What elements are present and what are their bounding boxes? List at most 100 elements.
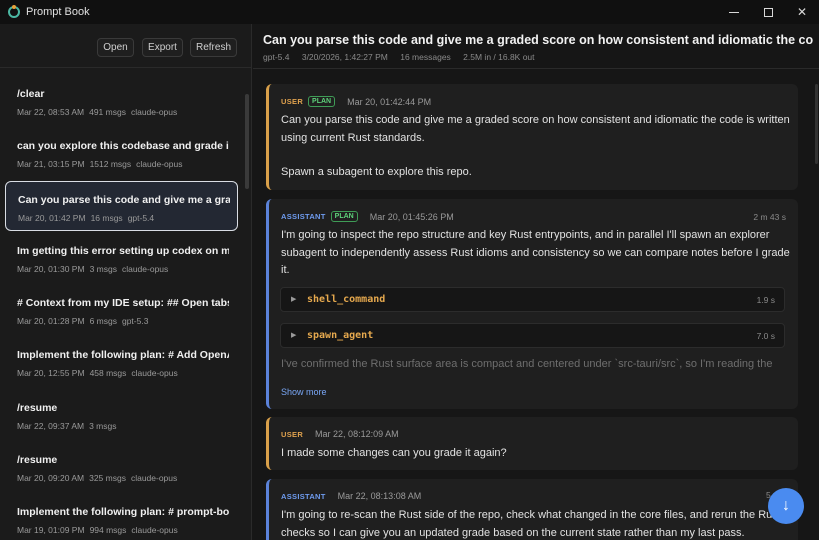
- refresh-button[interactable]: Refresh: [190, 38, 237, 57]
- message-assistant: ASSISTANT Mar 22, 08:13:08 AM I'm going …: [266, 479, 798, 540]
- message-header: USER Mar 22, 08:12:09 AM: [281, 429, 399, 439]
- conversation-model: gpt-5.4: [263, 52, 290, 62]
- role-label: USER: [281, 97, 304, 106]
- session-date: Mar 20, 01:28 PM: [17, 316, 85, 326]
- conversation-header: Can you parse this code and give me a gr…: [253, 24, 819, 69]
- tool-duration: 1.9 s: [756, 295, 775, 305]
- app-logo-icon: [8, 5, 20, 18]
- session-item[interactable]: Implement the following plan: # prompt-b…: [5, 494, 238, 540]
- session-msg-count: 491 msgs: [89, 107, 126, 117]
- message-header: USER PLAN Mar 20, 01:42:44 PM: [281, 96, 431, 107]
- export-button[interactable]: Export: [142, 38, 183, 57]
- conversation-scrollbar[interactable]: [815, 84, 818, 164]
- session-item[interactable]: # Context from my IDE setup: ## Open tab…: [5, 285, 238, 335]
- message-duration: 2 m 43 s: [753, 212, 786, 222]
- session-title: # Context from my IDE setup: ## Open tab…: [17, 297, 229, 309]
- message-text: Spawn a subagent to explore this repo.: [281, 166, 472, 178]
- session-item[interactable]: /clear Mar 22, 08:53 AM 491 msgs claude-op…: [5, 76, 238, 126]
- message-text: I'm going to re-scan the Rust side of th…: [281, 509, 781, 539]
- conversation-title: Can you parse this code and give me a gr…: [263, 33, 813, 47]
- plan-badge: PLAN: [330, 211, 358, 222]
- plan-badge: PLAN: [308, 96, 336, 107]
- sidebar-scrollbar[interactable]: [245, 94, 249, 189]
- session-meta: Mar 20, 01:30 PM 3 msgs claude-opus: [17, 264, 173, 274]
- tool-duration: 7.0 s: [756, 331, 775, 341]
- scroll-to-bottom-button[interactable]: ↓: [768, 488, 804, 524]
- message-text: Can you parse this code and give me a gr…: [281, 114, 790, 144]
- session-msg-count: 994 msgs: [89, 525, 127, 535]
- minimize-button[interactable]: [717, 0, 751, 24]
- session-date: Mar 20, 12:55 PM: [17, 368, 85, 378]
- session-model: gpt-5.3: [121, 316, 149, 326]
- session-meta: Mar 22, 09:37 AM 3 msgs: [17, 421, 127, 431]
- session-msg-count: 3 msgs: [89, 264, 117, 274]
- session-model: claude-opus: [131, 368, 178, 378]
- session-title: /resume: [17, 454, 58, 466]
- session-item[interactable]: /resume Mar 22, 09:37 AM 3 msgs: [5, 390, 238, 440]
- session-model: claude-opus: [121, 264, 169, 274]
- maximize-button[interactable]: [751, 0, 785, 24]
- session-msg-count: 16 msgs: [90, 213, 123, 223]
- message-time: Mar 22, 08:13:08 AM: [337, 491, 422, 501]
- expand-arrow-icon: ▶: [291, 296, 297, 303]
- expand-arrow-icon: ▶: [291, 332, 297, 339]
- session-meta: Mar 20, 01:28 PM 6 msgs gpt-5.3: [17, 316, 153, 326]
- session-date: Mar 22, 08:53 AM: [17, 107, 85, 117]
- conversation-panel: Can you parse this code and give me a gr…: [253, 24, 819, 540]
- tool-call[interactable]: ▶ shell_command 1.9 s: [280, 287, 785, 312]
- conversation-message-count: 16 messages: [400, 52, 451, 62]
- message-text: I'm going to inspect the repo structure …: [281, 229, 790, 276]
- close-icon: ✕: [796, 5, 808, 19]
- session-date: Mar 22, 09:37 AM: [17, 421, 85, 431]
- session-meta: Mar 21, 03:15 PM 1512 msgs claude-opus: [17, 159, 187, 169]
- message-preview-text: I've confirmed the Rust surface area is …: [281, 358, 773, 370]
- maximize-icon: [763, 7, 773, 17]
- session-item[interactable]: can you explore this codebase and grade …: [5, 128, 238, 178]
- tool-name: shell_command: [307, 294, 386, 305]
- session-item[interactable]: Implement the following plan: # Add Open…: [5, 337, 238, 387]
- message-assistant: ASSISTANT PLAN Mar 20, 01:45:26 PM 2 m 4…: [266, 199, 798, 409]
- arrow-down-icon: ↓: [782, 497, 790, 514]
- session-model: claude-opus: [131, 525, 178, 535]
- minimize-icon: [729, 11, 739, 13]
- session-meta: Mar 20, 01:42 PM 16 msgs gpt-5.4: [18, 213, 159, 223]
- window-controls: ✕: [717, 0, 819, 24]
- session-date: Mar 19, 01:09 PM: [17, 525, 85, 535]
- message-time: Mar 20, 01:42:44 PM: [347, 96, 432, 107]
- message-time: Mar 20, 01:45:26 PM: [369, 211, 454, 222]
- session-msg-count: 325 msgs: [89, 473, 126, 483]
- session-date: Mar 20, 09:20 AM: [17, 473, 85, 483]
- session-meta: Mar 20, 09:20 AM 325 msgs claude-opus: [17, 473, 182, 483]
- message-header: ASSISTANT PLAN Mar 20, 01:45:26 PM: [281, 211, 454, 222]
- session-item[interactable]: /resume Mar 20, 09:20 AM 325 msgs claude-o…: [5, 442, 238, 492]
- role-label: ASSISTANT: [281, 491, 326, 501]
- sidebar-toolbar: Open Export Refresh: [0, 24, 251, 68]
- tool-call[interactable]: ▶ spawn_agent 7.0 s: [280, 323, 785, 348]
- session-title: /resume: [17, 402, 58, 414]
- session-date: Mar 21, 03:15 PM: [17, 159, 85, 169]
- open-button[interactable]: Open: [97, 38, 134, 57]
- message-text: I made some changes can you grade it aga…: [281, 447, 507, 459]
- session-title: Implement the following plan: # Add Open…: [17, 349, 229, 361]
- session-item[interactable]: Im getting this error setting up codex o…: [5, 233, 238, 283]
- close-button[interactable]: ✕: [785, 0, 819, 24]
- role-label: ASSISTANT: [281, 212, 326, 221]
- session-model: gpt-5.4: [127, 213, 155, 223]
- session-model: claude-opus: [130, 107, 178, 117]
- session-title: Im getting this error setting up codex o…: [17, 245, 229, 257]
- show-more-link[interactable]: Show more: [281, 387, 327, 397]
- message-user: USER PLAN Mar 20, 01:42:44 PM Can you pa…: [266, 84, 798, 190]
- title-bar: Prompt Book ✕: [0, 0, 819, 24]
- message-header: ASSISTANT Mar 22, 08:13:08 AM: [281, 491, 421, 501]
- tool-name: spawn_agent: [307, 330, 374, 341]
- session-title: can you explore this codebase and grade …: [17, 140, 229, 152]
- session-model: claude-opus: [130, 473, 178, 483]
- session-msg-count: 1512 msgs: [89, 159, 132, 169]
- session-msg-count: 3 msgs: [89, 421, 117, 431]
- session-title: Can you parse this code and give me a gr…: [18, 194, 230, 206]
- session-item-selected[interactable]: Can you parse this code and give me a gr…: [5, 181, 238, 231]
- session-meta: Mar 20, 12:55 PM 458 msgs claude-opus: [17, 368, 183, 378]
- session-date: Mar 20, 01:30 PM: [17, 264, 85, 274]
- message-time: Mar 22, 08:12:09 AM: [315, 429, 399, 439]
- session-title: Implement the following plan: # prompt-b…: [17, 506, 229, 518]
